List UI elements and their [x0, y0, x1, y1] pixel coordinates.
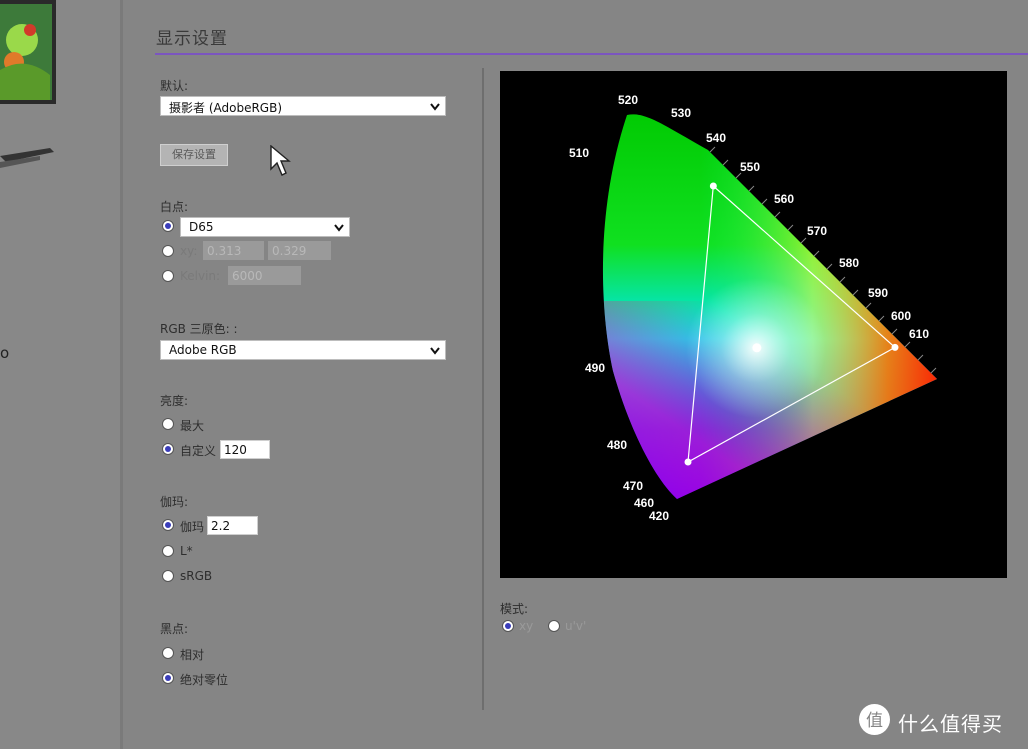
wavelength-tick [865, 302, 872, 309]
gamma-value-label: 伽玛 [180, 520, 205, 534]
wavelength-label-600: 600 [891, 309, 911, 323]
wavelength-label-530: 530 [671, 106, 691, 120]
wavelength-tick [709, 146, 716, 153]
watermark-logo-icon: 值 [859, 704, 890, 735]
wavelength-label-550: 550 [740, 160, 760, 174]
wavelength-label-580: 580 [839, 256, 859, 270]
chevron-down-icon [334, 224, 344, 232]
brightness-max-radio[interactable] [162, 418, 174, 430]
wavelength-label-590: 590 [868, 286, 888, 300]
watermark-text: 什么值得买 [898, 712, 1003, 736]
rgb-primaries-select[interactable]: Adobe RGB [160, 340, 446, 360]
wavelength-tick [813, 250, 820, 257]
gamut-vertex-r [891, 343, 899, 351]
white-point-d65-radio[interactable] [162, 220, 174, 232]
brightness-custom-label: 自定义 [180, 444, 217, 458]
white-point-kelvin-label: Kelvin: [180, 269, 221, 283]
chevron-down-icon [430, 103, 440, 111]
mode-uv-label: u'v' [565, 619, 587, 633]
wavelength-tick [800, 237, 807, 244]
wavelength-tick [852, 289, 859, 296]
white-point-select[interactable]: D65 [180, 217, 350, 237]
white-point-kelvin-input[interactable]: 6000 [228, 266, 301, 285]
gamma-srgb-label: sRGB [180, 569, 213, 583]
wavelength-label-470: 470 [623, 479, 643, 493]
wavelength-tick [891, 328, 898, 335]
gamma-value-input[interactable]: 2.2 [207, 516, 258, 535]
black-point-relative-radio[interactable] [162, 647, 174, 659]
white-point-x-input[interactable]: 0.313 [203, 241, 264, 260]
title-underline [155, 53, 1028, 55]
white-point-kelvin-radio[interactable] [162, 270, 174, 282]
wavelength-tick [904, 341, 911, 348]
wavelength-label-610: 610 [909, 327, 929, 341]
white-point-marker [752, 343, 762, 353]
gamut-vertex-g [709, 182, 717, 190]
wavelength-tick [722, 159, 729, 166]
gamut-vertex-b [684, 458, 692, 466]
mode-label: 模式: [500, 602, 529, 616]
black-point-label: 黑点: [160, 622, 189, 636]
white-point-select-value: D65 [189, 220, 214, 234]
brightness-label: 亮度: [160, 394, 189, 408]
wavelength-tick [839, 276, 846, 283]
page-title: 显示设置 [156, 29, 228, 49]
black-point-relative-label: 相对 [180, 648, 205, 662]
wavelength-label-480: 480 [607, 438, 627, 452]
white-point-label: 白点: [160, 200, 189, 214]
spectral-locus-fill [602, 114, 937, 500]
white-point-xy-label: xy: [180, 244, 198, 258]
svg-text:值: 值 [866, 711, 883, 731]
chevron-down-icon [430, 347, 440, 355]
preset-select[interactable]: 摄影者 (AdobeRGB) [160, 96, 446, 116]
sidebar-divider [120, 0, 123, 749]
gamma-value-radio[interactable] [162, 519, 174, 531]
wavelength-label-540: 540 [706, 131, 726, 145]
brightness-custom-radio[interactable] [162, 443, 174, 455]
wavelength-label-570: 570 [807, 224, 827, 238]
wavelength-label-520: 520 [618, 93, 638, 107]
wavelength-tick [761, 198, 768, 205]
gamma-srgb-radio[interactable] [162, 570, 174, 582]
left-sidebar: o [0, 0, 123, 749]
rgb-primaries-label: RGB 三原色: : [160, 322, 238, 336]
wavelength-tick [917, 354, 924, 361]
cie-chromaticity-chart: 520 530 540 550 560 570 580 590 600 610 490 480 470 4… [500, 71, 1007, 578]
wavelength-label-490: 490 [585, 361, 605, 375]
save-settings-button[interactable]: 保存设置 [160, 144, 228, 166]
gamma-lstar-radio[interactable] [162, 545, 174, 557]
gamma-label: 伽玛: [160, 495, 189, 509]
gamma-lstar-label: L* [180, 544, 193, 558]
wavelength-tick [826, 263, 833, 270]
monitor-product-image [0, 0, 56, 104]
mode-uv-radio[interactable] [548, 620, 560, 632]
wavelength-label-420: 420 [649, 509, 669, 523]
preset-select-value: 摄影者 (AdobeRGB) [169, 101, 283, 115]
wavelength-tick [787, 224, 794, 231]
black-point-absolute-radio[interactable] [162, 672, 174, 684]
mode-xy-label: xy [519, 619, 534, 633]
wavelength-tick [748, 185, 755, 192]
panel-separator [482, 68, 484, 710]
brightness-custom-input[interactable]: 120 [220, 440, 270, 459]
wavelength-label-560: 560 [774, 192, 794, 206]
wavelength-tick [930, 367, 937, 374]
black-point-absolute-label: 绝对零位 [180, 673, 229, 687]
mode-xy-radio[interactable] [502, 620, 514, 632]
monitor-stand-image [0, 148, 54, 168]
cie-diagram-svg: 520 530 540 550 560 570 580 590600 610 490 480 470 4… [569, 93, 937, 523]
wavelength-tick [774, 211, 781, 218]
white-point-xy-radio[interactable] [162, 245, 174, 257]
preset-label: 默认: [160, 79, 189, 93]
white-point-y-input[interactable]: 0.329 [268, 241, 331, 260]
wavelength-label-510: 510 [569, 146, 589, 160]
mouse-cursor-icon [270, 145, 291, 176]
truncated-text: o [0, 344, 10, 362]
rgb-primaries-select-value: Adobe RGB [169, 343, 237, 357]
wavelength-label-460: 460 [634, 496, 654, 510]
wavelength-tick [878, 315, 885, 322]
brightness-max-label: 最大 [180, 419, 205, 433]
